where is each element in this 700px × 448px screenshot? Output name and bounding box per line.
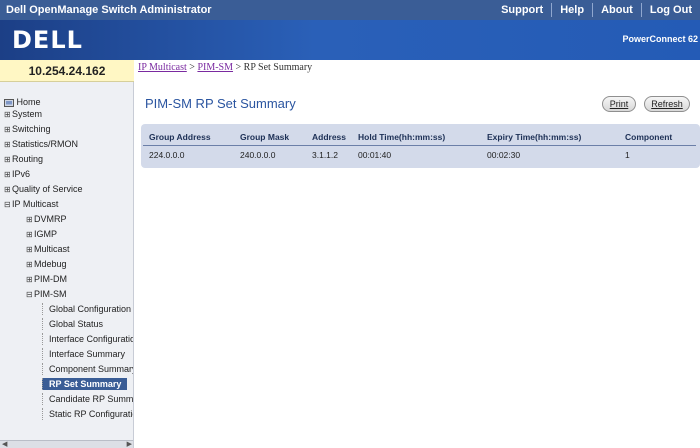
breadcrumb-separator: >	[233, 62, 244, 73]
support-link[interactable]: Support	[493, 3, 551, 17]
top-links: Support Help About Log Out	[493, 0, 700, 20]
sidebar-item-label: Statistics/RMON	[12, 139, 79, 149]
cell-expiry-time: 00:02:30	[487, 150, 521, 160]
sidebar-item-rp-set-summary[interactable]: RP Set Summary	[42, 378, 128, 390]
sidebar-item-label: Global Configuration	[49, 304, 132, 314]
dell-logo: DELL	[12, 26, 83, 54]
sidebar-item-ip-multicast[interactable]: ⊟IP Multicast	[4, 198, 58, 210]
collapse-icon[interactable]: ⊟	[26, 289, 34, 301]
expand-icon[interactable]: ⊞	[4, 169, 12, 181]
sidebar-item-label: IPv6	[12, 169, 31, 179]
sidebar-item-interface-configuration[interactable]: Interface Configuration	[42, 333, 134, 345]
sidebar-item-label: Routing	[12, 154, 44, 164]
expand-icon[interactable]: ⊞	[4, 154, 12, 166]
sidebar-item-label: Component Summary	[49, 364, 134, 374]
sidebar-item-label: RP Set Summary	[49, 379, 122, 389]
column-header-hold-time: Hold Time(hh:mm:ss)	[358, 132, 446, 142]
top-bar: Dell OpenManage Switch Administrator Sup…	[0, 0, 700, 20]
sidebar-item-dvmrp[interactable]: ⊞DVMRP	[26, 213, 67, 225]
expand-icon[interactable]: ⊞	[4, 139, 12, 151]
sidebar-item-statistics[interactable]: ⊞Statistics/RMON	[4, 138, 78, 150]
sidebar-item-label: Mdebug	[34, 259, 67, 269]
sidebar-item-ipv6[interactable]: ⊞IPv6	[4, 168, 30, 180]
sidebar-item-label: PIM-DM	[34, 274, 67, 284]
sidebar-item-pim-dm[interactable]: ⊞PIM-DM	[26, 273, 67, 285]
column-header-expiry-time: Expiry Time(hh:mm:ss)	[487, 132, 582, 142]
column-header-group-address: Group Address	[149, 132, 211, 142]
sidebar-item-label: Interface Summary	[49, 349, 126, 359]
cell-component: 1	[625, 150, 630, 160]
sidebar-item-label: Interface Configuration	[49, 334, 134, 344]
logout-link[interactable]: Log Out	[640, 3, 700, 17]
breadcrumb-current: RP Set Summary	[243, 62, 313, 73]
page-title: PIM-SM RP Set Summary	[145, 96, 296, 111]
sidebar-item-interface-summary[interactable]: Interface Summary	[42, 348, 125, 360]
expand-icon[interactable]: ⊞	[26, 259, 34, 271]
column-header-component: Component	[625, 132, 673, 142]
sidebar-item-label: IGMP	[34, 229, 58, 239]
expand-icon[interactable]: ⊞	[4, 124, 12, 136]
sidebar-item-label: Candidate RP Summary	[49, 394, 134, 404]
sidebar-item-label: Global Status	[49, 319, 104, 329]
cell-group-address: 224.0.0.0	[149, 150, 185, 160]
sidebar-item-switching[interactable]: ⊞Switching	[4, 123, 51, 135]
print-button[interactable]: Print	[602, 96, 636, 112]
sidebar-item-label: Quality of Service	[12, 184, 83, 194]
header-divider	[143, 145, 696, 146]
expand-icon[interactable]: ⊞	[4, 109, 12, 121]
sidebar-horizontal-scrollbar[interactable]: ◀ ▶	[0, 440, 133, 448]
cell-address: 3.1.1.2	[312, 150, 338, 160]
sidebar-item-routing[interactable]: ⊞Routing	[4, 153, 43, 165]
breadcrumb: IP Multicast > PIM-SM > RP Set Summary	[138, 62, 312, 73]
sidebar-item-static-rp-configuration[interactable]: Static RP Configuration	[42, 408, 134, 420]
scroll-right-icon[interactable]: ▶	[127, 440, 132, 448]
product-name: PowerConnect 62	[622, 34, 698, 44]
expand-icon[interactable]: ⊞	[26, 244, 34, 256]
sidebar-item-pim-sm[interactable]: ⊟PIM-SM	[26, 288, 67, 300]
sidebar-item-global-status[interactable]: Global Status	[42, 318, 103, 330]
refresh-button[interactable]: Refresh	[644, 96, 690, 112]
sidebar-item-label: Switching	[12, 124, 51, 134]
sidebar-item-label: DVMRP	[34, 214, 67, 224]
sidebar-item-qos[interactable]: ⊞Quality of Service	[4, 183, 83, 195]
sidebar-item-label: Home	[16, 97, 41, 107]
sidebar-item-mdebug[interactable]: ⊞Mdebug	[26, 258, 67, 270]
expand-icon[interactable]: ⊞	[26, 274, 34, 286]
expand-icon[interactable]: ⊞	[4, 184, 12, 196]
sidebar-item-component-summary[interactable]: Component Summary	[42, 363, 134, 375]
sidebar-item-label: Multicast	[34, 244, 70, 254]
sidebar-item-label: System	[12, 109, 43, 119]
banner: DELL PowerConnect 62	[0, 20, 700, 60]
sidebar-item-global-configuration[interactable]: Global Configuration	[42, 303, 131, 315]
app-title: Dell OpenManage Switch Administrator	[6, 4, 212, 16]
expand-icon[interactable]: ⊞	[26, 229, 34, 241]
home-icon	[4, 98, 14, 107]
sidebar-item-home[interactable]: Home	[4, 96, 41, 108]
sidebar-item-igmp[interactable]: ⊞IGMP	[26, 228, 57, 240]
column-header-address: Address	[312, 132, 347, 142]
sidebar-tree: Home ⊞System ⊞Switching ⊞Statistics/RMON…	[0, 82, 134, 448]
sidebar-item-label: Static RP Configuration	[49, 409, 134, 419]
scroll-left-icon[interactable]: ◀	[2, 440, 7, 448]
breadcrumb-separator: >	[186, 62, 198, 73]
sidebar-item-multicast[interactable]: ⊞Multicast	[26, 243, 70, 255]
sidebar-item-candidate-rp-summary[interactable]: Candidate RP Summary	[42, 393, 134, 405]
help-link[interactable]: Help	[551, 3, 592, 17]
cell-hold-time: 00:01:40	[358, 150, 392, 160]
breadcrumb-pim-sm-link[interactable]: PIM-SM	[197, 62, 233, 73]
sidebar-item-label: IP Multicast	[12, 199, 59, 209]
column-header-group-mask: Group Mask	[240, 132, 290, 142]
about-link[interactable]: About	[592, 3, 641, 17]
sidebar-item-label: PIM-SM	[34, 289, 67, 299]
expand-icon[interactable]: ⊞	[26, 214, 34, 226]
device-ip: 10.254.24.162	[0, 60, 134, 82]
breadcrumb-ip-multicast-link[interactable]: IP Multicast	[138, 62, 187, 73]
collapse-icon[interactable]: ⊟	[4, 199, 12, 211]
sidebar-item-system[interactable]: ⊞System	[4, 108, 42, 120]
cell-group-mask: 240.0.0.0	[240, 150, 276, 160]
rp-set-table	[141, 124, 700, 168]
